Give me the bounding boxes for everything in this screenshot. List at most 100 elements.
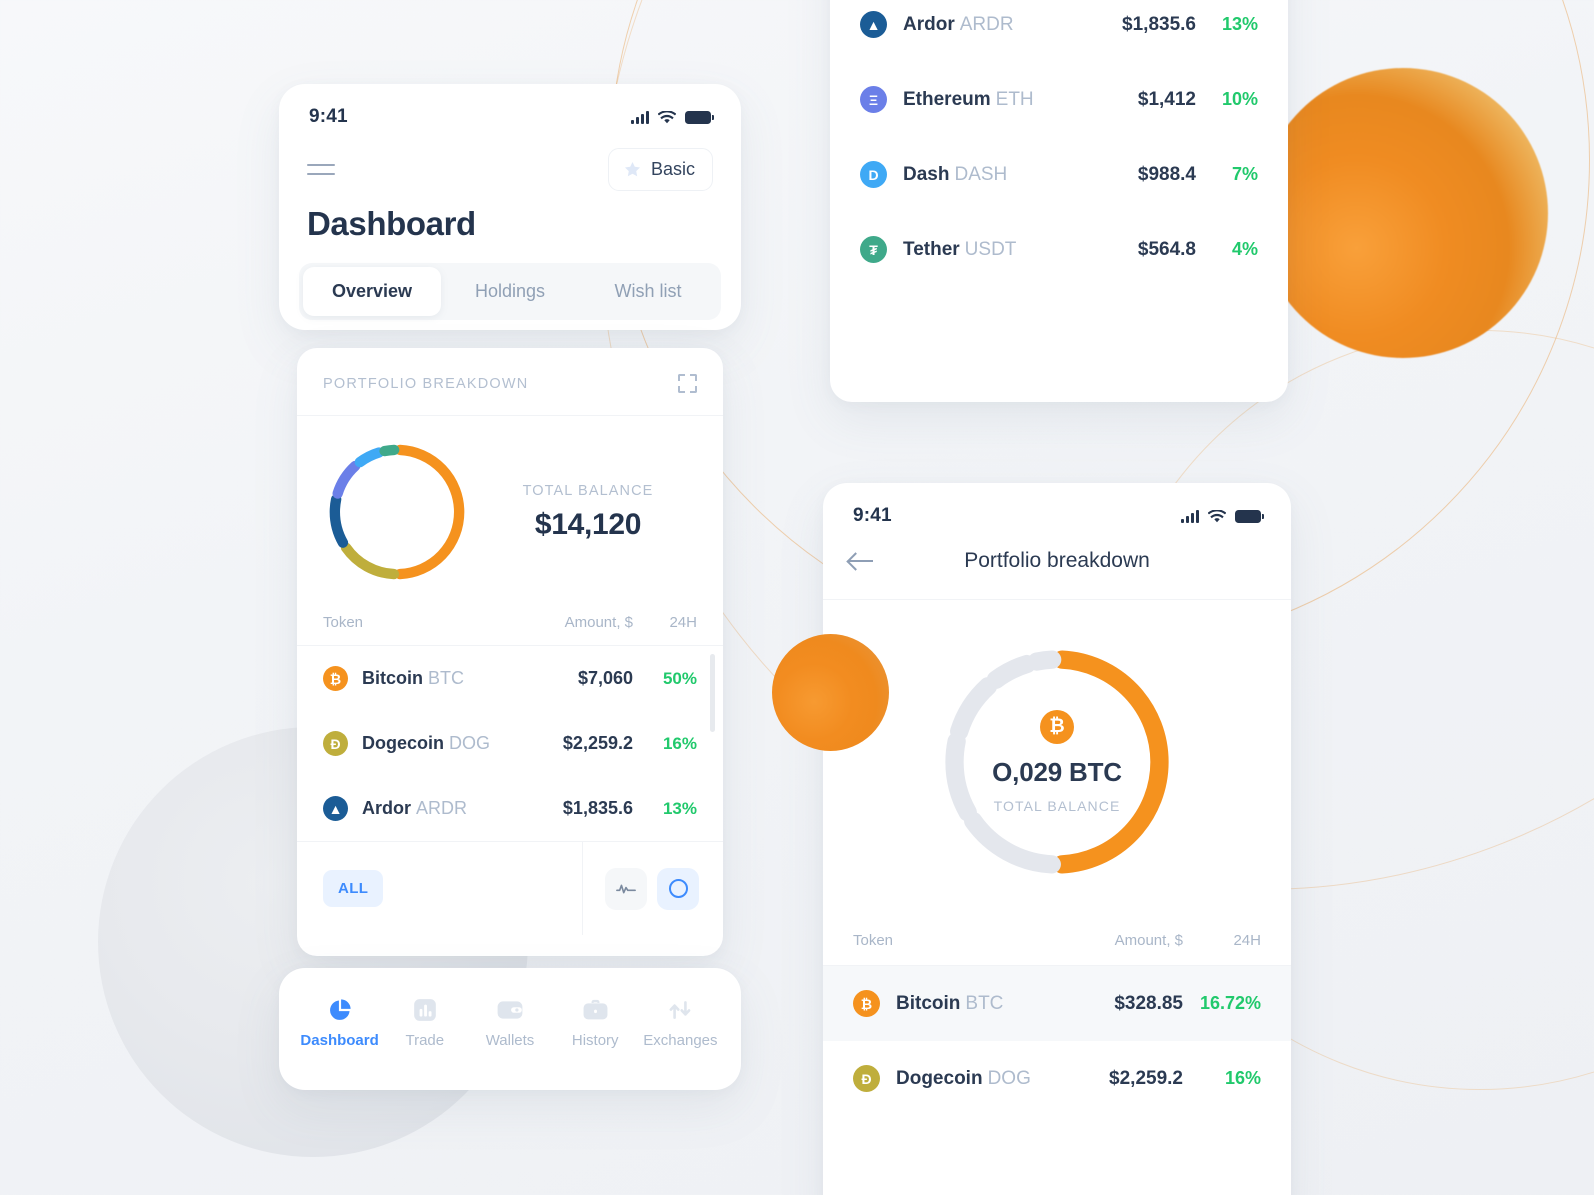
- donut-center-content: ₿ O,029 BTC TOTAL BALANCE: [935, 640, 1179, 884]
- battery-icon: [685, 110, 714, 124]
- nav-label-dashboard: Dashboard: [300, 1032, 379, 1049]
- nav-label-wallets: Wallets: [485, 1032, 535, 1049]
- table-row[interactable]: Ξ Ethereum ETH $1,412 10%: [830, 62, 1288, 137]
- total-balance-block: TOTAL BALANCE $14,120: [471, 483, 697, 542]
- activity-chart-toggle[interactable]: [605, 867, 647, 910]
- cellular-signal-icon: [631, 110, 649, 124]
- pie-chart-icon: [297, 995, 382, 1025]
- coin-symbol: ARDR: [416, 798, 468, 818]
- portfolio-card-footer: ALL: [297, 841, 723, 935]
- column-header-token: Token: [323, 614, 364, 631]
- back-arrow-icon[interactable]: [849, 551, 875, 571]
- table-row[interactable]: D Dash DASH $988.4 7%: [830, 137, 1288, 212]
- coin-change: 4%: [1231, 239, 1258, 259]
- briefcase-icon: [553, 995, 638, 1025]
- coin-symbol: DASH: [954, 163, 1008, 185]
- coin-name: Tether USDT: [903, 238, 1017, 260]
- total-balance-value: $14,120: [534, 507, 642, 541]
- star-icon: [624, 161, 641, 177]
- expand-icon[interactable]: [678, 374, 697, 393]
- nav-item-trade[interactable]: Trade: [382, 995, 467, 1049]
- view-toggle-group: [582, 842, 723, 935]
- column-header-amount: Amount, $: [1114, 932, 1183, 949]
- coin-symbol: DOG: [449, 733, 491, 753]
- bitcoin-icon: ₿: [1040, 710, 1074, 744]
- coin-symbol: BTC: [965, 992, 1004, 1014]
- donut-balance-value: O,029 BTC: [992, 757, 1122, 787]
- tab-holdings[interactable]: Holdings: [441, 267, 579, 316]
- donut-balance-label: TOTAL BALANCE: [993, 798, 1121, 814]
- battery-icon: [1235, 509, 1264, 523]
- coin-icon: ₮: [860, 236, 887, 263]
- filter-group: ALL: [297, 870, 582, 907]
- coin-name: Ardor ARDR: [903, 13, 1014, 35]
- coin-change: 16.72%: [1199, 993, 1261, 1013]
- coin-icon: ₿: [853, 990, 880, 1017]
- phone2-status-bar: 9:41: [823, 483, 1291, 527]
- hamburger-menu-icon[interactable]: [307, 163, 335, 176]
- coin-symbol: BTC: [428, 668, 464, 688]
- table-row[interactable]: ▲ Ardor ARDR $1,835.6 13%: [830, 0, 1288, 62]
- table-row[interactable]: ₿ Bitcoin BTC $328.85 16.72%: [823, 966, 1291, 1041]
- nav-label-history: History: [571, 1032, 619, 1049]
- tab-wish-list[interactable]: Wish list: [579, 267, 717, 316]
- coin-amount: $988.4: [1137, 163, 1196, 185]
- phone2-page-title: Portfolio breakdown: [964, 549, 1150, 572]
- basic-plan-button[interactable]: Basic: [607, 148, 713, 191]
- coin-icon: Đ: [853, 1065, 880, 1092]
- coin-name: Bitcoin BTC: [362, 668, 464, 688]
- coin-amount: $564.8: [1137, 238, 1196, 260]
- donut-chart-icon: [668, 879, 688, 898]
- coin-change: 13%: [1221, 14, 1258, 34]
- table-row[interactable]: ₿ Bitcoin BTC $7,060 50%: [297, 646, 723, 711]
- coin-icon: ▲: [860, 11, 887, 38]
- portfolio-card-header: PORTFOLIO BREAKDOWN: [297, 348, 723, 416]
- portfolio-donut-chart: [323, 438, 471, 586]
- coin-amount: $2,259.2: [562, 733, 633, 753]
- phone2-portfolio-screen: 9:41 Portfolio breakdown ₿ O,029 BTC TOT…: [823, 483, 1291, 1195]
- coin-change: 10%: [1221, 89, 1258, 109]
- coin-name: Ethereum ETH: [903, 88, 1034, 110]
- token-list-header: Token Amount, $ 24H: [297, 586, 723, 646]
- status-time: 9:41: [309, 106, 348, 127]
- nav-item-history[interactable]: History: [553, 995, 638, 1049]
- donut-chart-toggle[interactable]: [657, 867, 699, 910]
- tab-bar: Overview Holdings Wish list: [299, 263, 721, 320]
- phone1-bottom-nav-card: Dashboard Trade Wallets History Exchange…: [279, 968, 741, 1090]
- bar-chart-icon: [382, 995, 467, 1025]
- coin-name: Dogecoin DOG: [362, 733, 491, 753]
- portfolio-breakdown-card: PORTFOLIO BREAKDOWN TOTAL BALANCE $14,12…: [297, 348, 723, 956]
- status-icons: [631, 110, 714, 124]
- coin-amount: $1,835.6: [1122, 13, 1196, 35]
- nav-item-wallets[interactable]: Wallets: [467, 995, 552, 1049]
- table-row[interactable]: Đ Dogecoin DOG $2,259.2 16%: [297, 711, 723, 776]
- floating-token-list: ĐDogecoinDOG$2,259.216%▲ArdorARDR$1,835.…: [830, 0, 1288, 287]
- phone2-status-icons: [1181, 509, 1264, 523]
- nav-item-dashboard[interactable]: Dashboard: [297, 995, 382, 1049]
- table-row[interactable]: ▲ Ardor ARDR $1,835.6 13%: [297, 776, 723, 841]
- floating-token-list-card: ĐDogecoinDOG$2,259.216%▲ArdorARDR$1,835.…: [830, 0, 1288, 402]
- column-header-24h: 24H: [1233, 932, 1261, 949]
- coin-amount: $7,060: [577, 668, 633, 688]
- nav-label-trade: Trade: [405, 1032, 445, 1049]
- big-portfolio-donut: ₿ O,029 BTC TOTAL BALANCE: [935, 640, 1179, 884]
- token-list-scrollbar[interactable]: [710, 654, 715, 732]
- column-header-24h: 24H: [669, 614, 697, 631]
- background-orange-sphere-small: [772, 634, 889, 751]
- coin-change: 16%: [662, 733, 697, 753]
- phone2-navbar: Portfolio breakdown: [823, 527, 1291, 600]
- wifi-icon: [658, 110, 676, 123]
- phone2-status-time: 9:41: [853, 505, 892, 526]
- cellular-signal-icon: [1181, 509, 1199, 523]
- table-row[interactable]: ₮ Tether USDT $564.8 4%: [830, 212, 1288, 287]
- coin-name: Dash DASH: [903, 163, 1008, 185]
- donut-summary-row: TOTAL BALANCE $14,120: [297, 416, 723, 586]
- coin-symbol: USDT: [964, 238, 1017, 260]
- coin-amount: $1,412: [1137, 88, 1196, 110]
- coin-change: 50%: [662, 668, 697, 688]
- filter-all-button[interactable]: ALL: [323, 870, 384, 907]
- tab-overview[interactable]: Overview: [303, 267, 441, 316]
- phone2-token-list-header: Token Amount, $ 24H: [823, 914, 1291, 966]
- nav-item-exchanges[interactable]: Exchanges: [638, 995, 723, 1049]
- table-row[interactable]: Đ Dogecoin DOG $2,259.2 16%: [823, 1041, 1291, 1116]
